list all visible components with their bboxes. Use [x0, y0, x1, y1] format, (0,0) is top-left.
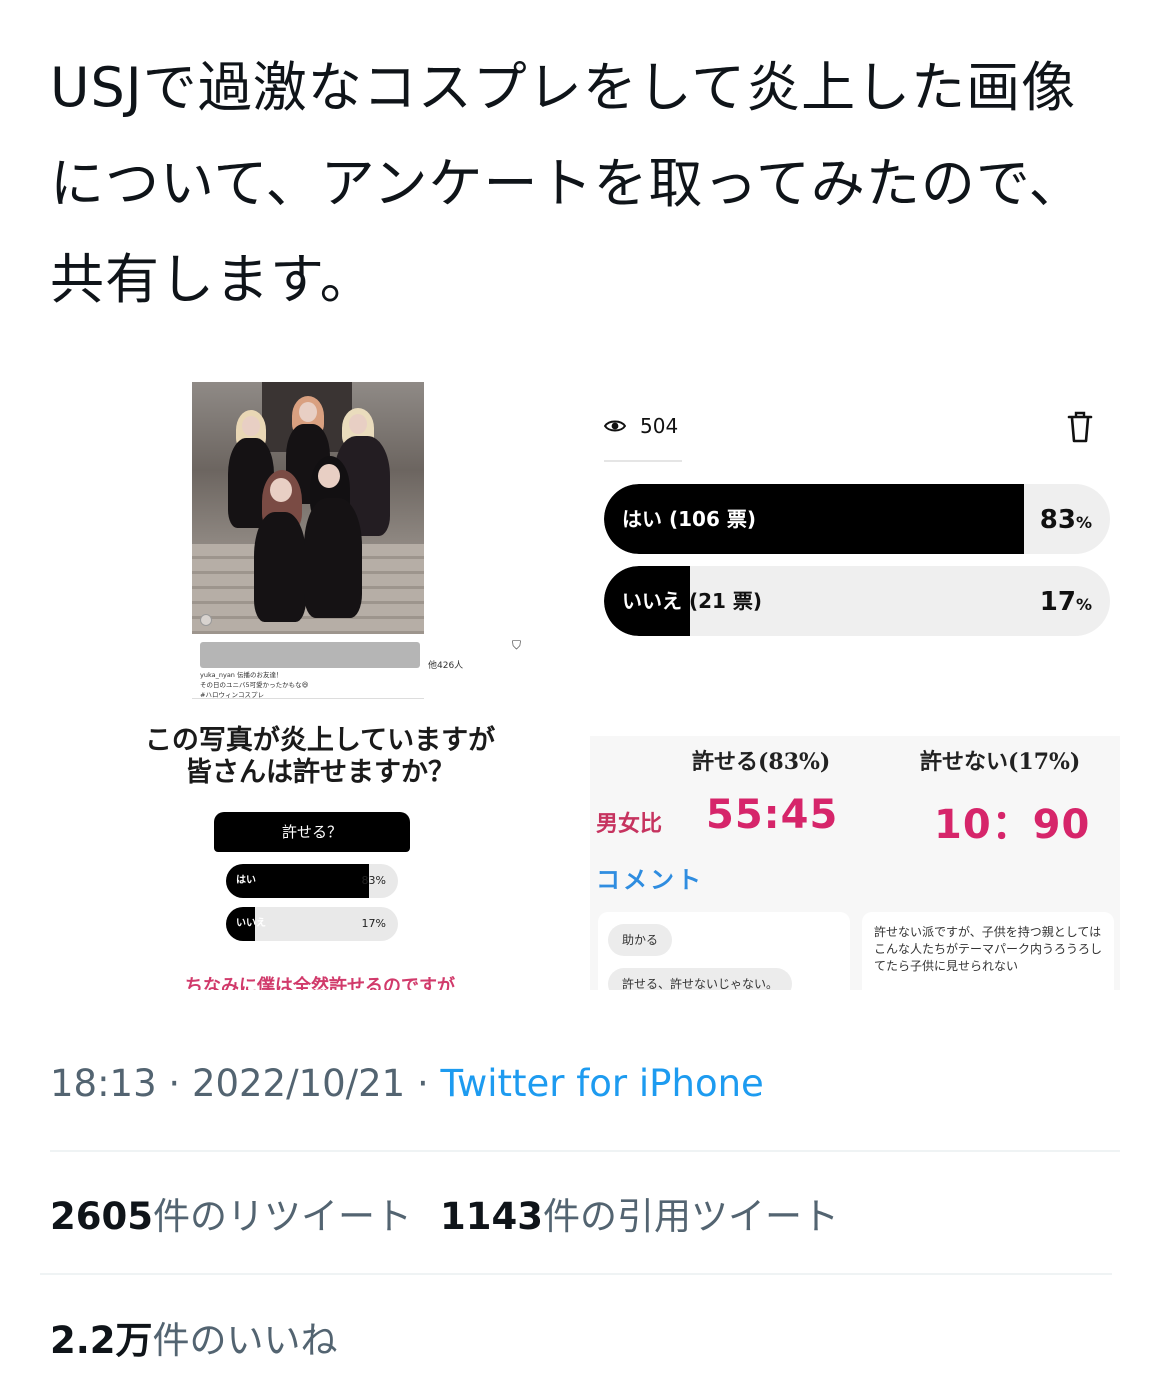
- comment-text: 許せない派ですが、子供を持つ親としてはこんな人たちがテーマパーク内うろうろしてた…: [874, 925, 1103, 973]
- comment-card-2: 許せない派ですが、子供を持つ親としてはこんな人たちがテーマパーク内うろうろしてた…: [862, 912, 1114, 990]
- engagement-counts: 2605件のリツイート 1143件の引用ツイート: [50, 1186, 839, 1240]
- stat-head-disallow: 許せない(17%): [920, 749, 1081, 775]
- comment-bubble: 許せる、許せないじゃない。: [608, 968, 793, 990]
- quote-count-link[interactable]: 1143件の引用ツイート: [440, 1195, 839, 1238]
- divider: [50, 1150, 1120, 1152]
- mini-poll-option-no: いいえ 17%: [226, 907, 398, 941]
- mini-poll-title: 許せる？: [214, 812, 410, 852]
- comment-heading: コメント: [596, 866, 704, 894]
- media-image-left[interactable]: ⛉ 他426人 yuka_nyan 伝播のお友達！ その日のユニバ5可愛かったか…: [110, 370, 530, 990]
- like-count-link[interactable]: 2.2万件のいいね: [50, 1310, 338, 1364]
- bookmark-icon: ⛉: [512, 638, 522, 652]
- view-count: 504: [604, 414, 678, 438]
- tweet-meta: 18:13 · 2022/10/21 · Twitter for iPhone: [50, 1062, 764, 1105]
- media-image-right[interactable]: 504 はい (106 票) 83% いいえ (21 票) 17% 許せる(83…: [590, 390, 1120, 990]
- retweet-count-link[interactable]: 2605件のリツイート: [50, 1195, 412, 1238]
- footnote: ちなみに僕は全然許せるのですが: [185, 976, 455, 990]
- gender-stats: 許せる(83%) 許せない(17%) 男女比 55:45 10：90 コメント …: [590, 736, 1120, 990]
- tweet-text: USJで過激なコスプレをして炎上した画像について、アンケートを取ってみたので、共…: [50, 56, 1084, 311]
- poll-question: この写真が炎上していますが 皆さんは許せますか？: [144, 725, 496, 788]
- tweet-source-link[interactable]: Twitter for iPhone: [441, 1062, 764, 1105]
- ratio-disallow: 10：90: [934, 802, 1091, 848]
- tweet-date[interactable]: 2022/10/21: [192, 1062, 405, 1105]
- ratio-label: 男女比: [596, 811, 663, 837]
- redacted-username: [200, 642, 420, 668]
- stat-head-allow: 許せる(83%): [692, 749, 831, 775]
- ratio-allow: 55:45: [706, 792, 839, 838]
- tweet-media[interactable]: ⛉ 他426人 yuka_nyan 伝播のお友達！ その日のユニバ5可愛かったか…: [0, 370, 1170, 990]
- divider: [40, 1273, 1112, 1275]
- trash-icon: [1067, 411, 1093, 443]
- ig-caption: yuka_nyan 伝播のお友達！ その日のユニバ5可愛かったかもな😆 #ハロウ…: [200, 671, 309, 699]
- comment-card-1: 助かる 許せる、許せないじゃない。: [598, 912, 850, 990]
- eye-icon: [604, 420, 626, 432]
- poll-option-no: いいえ (21 票) 17%: [604, 566, 1110, 636]
- mini-poll-option-yes: はい 83%: [226, 864, 398, 898]
- tweet-time[interactable]: 18:13: [50, 1062, 157, 1105]
- comment-bubble: 助かる: [608, 924, 673, 956]
- poll-option-yes: はい (106 票) 83%: [604, 484, 1110, 554]
- cosplay-photo: [192, 382, 424, 634]
